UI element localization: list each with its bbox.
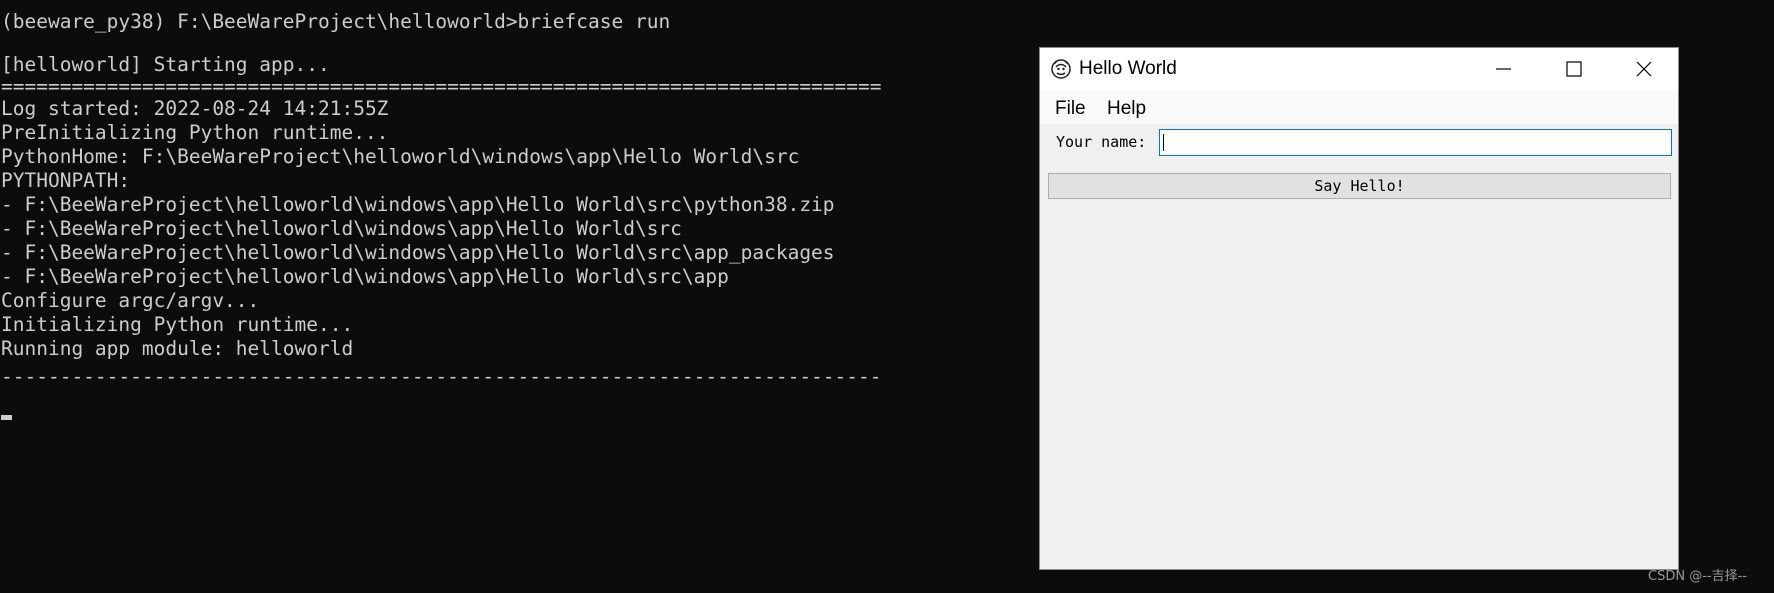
menu-bar: File Help — [1040, 91, 1678, 124]
terminal-output-line: [helloworld] Starting app... — [1, 53, 330, 76]
window-title: Hello World — [1079, 58, 1177, 79]
close-icon — [1636, 61, 1652, 77]
terminal-separator-line: ========================================… — [1, 75, 882, 98]
app-icon — [1051, 59, 1071, 79]
terminal-output-line: Configure argc/argv... — [1, 289, 260, 312]
text-caret — [1163, 134, 1164, 151]
name-label: Your name: — [1056, 133, 1147, 151]
terminal-separator-line: ----------------------------------------… — [1, 365, 882, 388]
window-content: Your name: Say Hello! — [1040, 124, 1678, 569]
terminal-output-line: - F:\BeeWareProject\helloworld\windows\a… — [1, 241, 835, 264]
minimize-icon — [1496, 68, 1511, 70]
menu-help[interactable]: Help — [1107, 98, 1146, 120]
terminal-output-line: - F:\BeeWareProject\helloworld\windows\a… — [1, 217, 682, 240]
terminal-cursor — [1, 415, 12, 420]
maximize-icon — [1566, 61, 1582, 77]
maximize-button[interactable] — [1539, 48, 1609, 91]
say-hello-button[interactable]: Say Hello! — [1048, 173, 1671, 199]
terminal-output-line: PythonHome: F:\BeeWareProject\helloworld… — [1, 145, 800, 168]
terminal-output-line: Running app module: helloworld — [1, 337, 354, 360]
terminal-output-line: Log started: 2022-08-24 14:21:55Z — [1, 97, 389, 120]
terminal-output-line: Initializing Python runtime... — [1, 313, 354, 336]
terminal-output-line: - F:\BeeWareProject\helloworld\windows\a… — [1, 193, 835, 216]
terminal-output-line: PYTHONPATH: — [1, 169, 131, 192]
terminal-command-line: (beeware_py38) F:\BeeWareProject\hellowo… — [1, 10, 671, 33]
watermark: CSDN @--吉择-- — [1648, 569, 1747, 584]
hello-world-window: Hello World File Help Your name: Say Hel… — [1039, 47, 1679, 570]
close-button[interactable] — [1609, 48, 1679, 91]
name-input[interactable] — [1159, 129, 1672, 156]
terminal-output-line: PreInitializing Python runtime... — [1, 121, 389, 144]
terminal-output-line: - F:\BeeWareProject\helloworld\windows\a… — [1, 265, 729, 288]
menu-file[interactable]: File — [1055, 98, 1086, 120]
window-titlebar[interactable]: Hello World — [1040, 48, 1678, 91]
minimize-button[interactable] — [1469, 48, 1539, 91]
